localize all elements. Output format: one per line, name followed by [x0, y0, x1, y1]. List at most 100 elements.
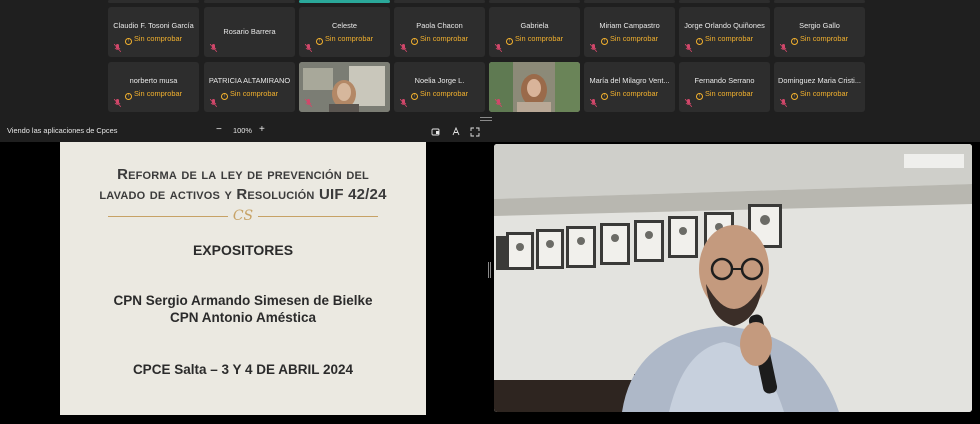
participant-status: ! Sin comprobar [679, 89, 770, 100]
participant-tile[interactable]: Paola Chacon ! Sin comprobar [394, 7, 485, 57]
slide-title-line-2: lavado de activos y Resolución UIF 42/24 [99, 186, 387, 203]
participant-name: Jorge Orlando Quiñones [684, 21, 765, 30]
participant-name: Sergio Gallo [799, 21, 840, 30]
mic-muted-icon [400, 99, 407, 107]
status-text: Sin comprobar [229, 89, 279, 98]
participant-tile-partial [489, 0, 580, 3]
warning-icon: ! [790, 38, 798, 45]
participant-name: Gabriela [520, 21, 549, 30]
participant-tile[interactable]: Gabriela ! Sin comprobar [489, 7, 580, 57]
participant-tile-partial [394, 0, 485, 3]
participant-status: ! Sin comprobar [584, 34, 675, 45]
zoom-level: 100% [233, 126, 252, 135]
mic-muted-icon [780, 99, 787, 107]
participant-tile[interactable]: Rosario Barrera [204, 7, 295, 57]
slide-ornament: CS [228, 208, 258, 224]
participant-tile[interactable]: norberto musa ! Sin comprobar [108, 62, 199, 112]
share-title: Viendo las aplicaciones de Cpces [7, 126, 118, 135]
participant-tile-partial [774, 0, 865, 3]
warning-icon: ! [790, 93, 798, 100]
participant-tile[interactable]: PATRICIA ALTAMIRANO ! Sin comprobar [204, 62, 295, 112]
participant-name: Dominguez Maria Cristi... [778, 76, 861, 85]
presenter-camera-feed [494, 144, 972, 412]
participant-name: Claudio F. Tosoni García [113, 21, 194, 30]
fullscreen-icon[interactable] [470, 127, 480, 137]
mic-muted-icon [685, 44, 692, 52]
participant-tile[interactable]: Noelia Jorge L. ! Sin comprobar [394, 62, 485, 112]
warning-icon: ! [695, 38, 703, 45]
control-icon[interactable] [451, 127, 461, 137]
status-text: Sin comprobar [133, 89, 183, 98]
gallery-resize-handle[interactable] [480, 117, 492, 121]
zoom-in-button[interactable]: + [259, 124, 265, 135]
mic-muted-icon [685, 99, 692, 107]
participant-name: PATRICIA ALTAMIRANO [208, 76, 291, 85]
participant-video-tile[interactable] [489, 62, 580, 112]
participant-status: ! Sin comprobar [584, 89, 675, 100]
speaker-name-1: CPN Sergio Armando Simesen de Bielke [113, 293, 373, 308]
participant-tile[interactable]: Fernando Serrano ! Sin comprobar [679, 62, 770, 112]
mic-muted-icon [495, 44, 502, 52]
status-text: Sin comprobar [799, 89, 849, 98]
participant-video-tile[interactable] [299, 62, 390, 112]
participant-name: Paola Chacon [416, 21, 463, 30]
participant-name: Miriam Campastro [599, 21, 660, 30]
participant-tile[interactable]: María del Milagro Vent... ! Sin comprobar [584, 62, 675, 112]
status-text: Sin comprobar [609, 89, 659, 98]
participant-status: ! Sin comprobar [204, 89, 295, 100]
mic-muted-icon [305, 44, 312, 52]
warning-icon: ! [505, 38, 513, 45]
status-text: Sin comprobar [609, 34, 659, 43]
shared-content-area: Reforma de la ley de prevención del lava… [0, 142, 980, 424]
warning-icon: ! [410, 38, 418, 45]
warning-icon: ! [124, 38, 132, 45]
slide-heading: EXPOSITORES [192, 242, 294, 258]
status-text: Sin comprobar [514, 34, 564, 43]
status-text: Sin comprobar [704, 34, 754, 43]
mic-muted-icon [495, 99, 502, 107]
warning-icon: ! [220, 93, 228, 100]
participant-gallery: Claudio F. Tosoni García ! Sin comprobar … [0, 0, 980, 114]
status-text: Sin comprobar [419, 34, 469, 43]
presenter-video[interactable] [494, 144, 972, 412]
speaker-name-2: CPN Antonio Améstica [169, 310, 316, 325]
warning-icon: ! [695, 93, 703, 100]
participant-video [299, 62, 390, 112]
participant-tile-partial [584, 0, 675, 3]
warning-icon: ! [124, 93, 132, 100]
mic-muted-icon [114, 44, 121, 52]
participant-tile[interactable]: Dominguez Maria Cristi... ! Sin comprobar [774, 62, 865, 112]
mic-muted-icon [400, 44, 407, 52]
status-text: Sin comprobar [419, 89, 469, 98]
participant-name: norberto musa [129, 76, 178, 85]
participant-tile[interactable]: Miriam Campastro ! Sin comprobar [584, 7, 675, 57]
share-toolbar: Viendo las aplicaciones de Cpces − 100% … [0, 124, 980, 140]
warning-icon: ! [315, 38, 323, 45]
active-speaker-indicator [299, 0, 390, 3]
mic-muted-icon [210, 99, 217, 107]
participant-name: Noelia Jorge L. [414, 76, 465, 85]
mic-muted-icon [780, 44, 787, 52]
participant-tile[interactable]: Sergio Gallo ! Sin comprobar [774, 7, 865, 57]
participant-name: Celeste [331, 21, 358, 30]
split-resize-handle[interactable] [488, 262, 491, 278]
participant-tile[interactable]: Jorge Orlando Quiñones ! Sin comprobar [679, 7, 770, 57]
zoom-out-button[interactable]: − [216, 124, 222, 135]
slide-footer: CPCE Salta – 3 Y 4 DE ABRIL 2024 [132, 362, 354, 377]
status-text: Sin comprobar [133, 34, 183, 43]
participant-tile[interactable]: Claudio F. Tosoni García ! Sin comprobar [108, 7, 199, 57]
participant-status: ! Sin comprobar [108, 89, 199, 100]
mic-muted-icon [590, 99, 597, 107]
participant-status: ! Sin comprobar [774, 89, 865, 100]
warning-icon: ! [600, 93, 608, 100]
pop-out-icon[interactable] [431, 127, 441, 137]
participant-name: María del Milagro Vent... [589, 76, 670, 85]
participant-status: ! Sin comprobar [394, 34, 485, 45]
participant-tile[interactable]: Celeste ! Sin comprobar [299, 7, 390, 57]
participant-video [489, 62, 580, 112]
meeting-window: Claudio F. Tosoni García ! Sin comprobar … [0, 0, 980, 424]
slide-title-line-1: Reforma de la ley de prevención del [117, 166, 369, 183]
participant-name: Rosario Barrera [223, 27, 276, 36]
participant-tile-partial [679, 0, 770, 3]
participant-status: ! Sin comprobar [394, 89, 485, 100]
